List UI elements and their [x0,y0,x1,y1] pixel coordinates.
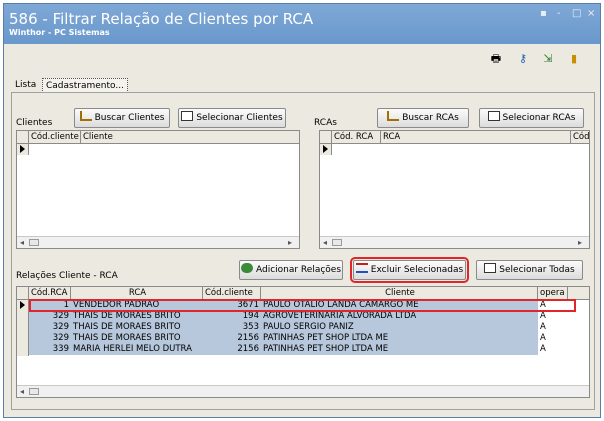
cell-rca: THAIS DE MORAES BRITO [71,333,203,344]
clientes-grid[interactable]: Cód.cliente Cliente ◂ ▸ [16,130,300,249]
row-indicator [320,144,332,155]
scroll-thumb[interactable] [29,239,39,246]
cell-cod-cliente: 2156 [203,344,261,355]
title-bar[interactable]: 586 - Filtrar Relação de Clientes por RC… [4,4,600,44]
scroll-thumb[interactable] [332,239,342,246]
scroll-thumb[interactable] [29,388,39,395]
rcas-grid[interactable]: Cód. RCA RCA Cód ◂ ▸ [319,130,590,249]
minimize-button[interactable]: - [557,8,561,19]
scroll-right-icon[interactable]: ▸ [288,238,292,247]
selecionar-todas-button[interactable]: Selecionar Todas [476,260,583,280]
cadastramento-panel: Clientes Buscar Clientes Selecionar Clie… [11,92,595,410]
relacoes-section-label: Relações Cliente - RCA [16,271,118,281]
column-header-rca[interactable]: RCA [381,131,571,144]
printer-icon[interactable]: 🖶 [489,52,503,66]
current-row-icon [323,145,328,153]
scroll-left-icon[interactable]: ◂ [20,238,24,247]
cell-cod-rca: 329 [29,333,71,344]
cell-cod-cliente: 2156 [203,333,261,344]
column-header-cliente[interactable]: Cliente [81,131,299,144]
door-exit-icon[interactable]: ▮ [567,52,581,66]
buscar-clientes-button[interactable]: Buscar Clientes [74,108,170,128]
column-header-cod[interactable]: Cód [571,131,589,144]
close-button[interactable]: × [587,8,595,19]
rcas-grid-header: Cód. RCA RCA Cód [320,131,589,144]
add-people-icon [240,263,253,273]
scroll-left-icon[interactable]: ◂ [20,387,24,396]
cell-rca: MARIA HERLEI MELO DUTRA [71,344,203,355]
select-list-icon [181,111,194,121]
cell-rca: THAIS DE MORAES BRITO [71,322,203,333]
cell-cod-rca: 339 [29,344,71,355]
table-row[interactable]: 329 THAIS DE MORAES BRITO 194 AGROVETERI… [29,311,568,322]
cell-opera: A [538,333,568,344]
current-row-icon [20,301,25,309]
table-row[interactable]: 329 THAIS DE MORAES BRITO 2156 PATINHAS … [29,333,568,344]
cell-opera: A [538,311,568,322]
highlight-box [29,299,576,312]
cell-cliente: PAULO SERGIO PANIZ [261,322,538,333]
clientes-section-label: Clientes [16,118,53,128]
row-indicator-column [17,300,29,356]
cell-cod-cliente: 353 [203,322,261,333]
cell-opera: A [538,344,568,355]
window-title: 586 - Filtrar Relação de Clientes por RC… [9,10,314,28]
clientes-grid-header: Cód.cliente Cliente [17,131,299,144]
cell-cod-rca: 329 [29,322,71,333]
selecionar-rcas-button[interactable]: Selecionar RCAs [479,108,584,128]
search-arrow-icon [79,111,92,121]
restore-icon[interactable]: ▪ [540,8,547,19]
cell-cod-rca: 329 [29,311,71,322]
maximize-button[interactable]: □ [572,8,581,19]
tab-cadastramento[interactable]: Cadastramento... [42,78,128,93]
clientes-hscroll[interactable]: ◂ ▸ [17,236,299,248]
cell-opera: A [538,322,568,333]
column-header-cod-cliente[interactable]: Cód.cliente [29,131,81,144]
cell-cliente: AGROVETERINARIA ALVORADA LTDA [261,311,538,322]
buscar-rcas-button[interactable]: Buscar RCAs [377,108,469,128]
relacoes-hscroll[interactable]: ◂ [17,385,589,397]
rcas-section-label: RCAs [314,118,337,128]
select-list-icon [487,111,500,121]
row-indicator [17,144,29,155]
relacoes-grid[interactable]: Cód.RCA RCA Cód.cliente Cliente opera 1 … [16,286,590,398]
cell-cliente: PATINHAS PET SHOP LTDA ME [261,344,538,355]
arrow-down-icon[interactable]: ⇲ [541,52,555,66]
table-row[interactable]: 339 MARIA HERLEI MELO DUTRA 2156 PATINHA… [29,344,568,355]
adicionar-relacoes-button[interactable]: Adicionar Relações [239,260,343,280]
tab-lista[interactable]: Lista [12,78,39,93]
rcas-hscroll[interactable]: ◂ ▸ [320,236,589,248]
scroll-right-icon[interactable]: ▸ [578,238,582,247]
excluir-selecionadas-button[interactable]: Excluir Selecionadas [350,257,469,283]
toolbar: 🖶 ⚷ ⇲ ▮ [4,44,600,74]
select-list-icon [484,263,497,273]
cell-cod-cliente: 194 [203,311,261,322]
column-header-cod-rca[interactable]: Cód. RCA [332,131,381,144]
cell-rca: THAIS DE MORAES BRITO [71,311,203,322]
window-subtitle: Winthor - PC Sistemas [9,28,110,37]
cell-cliente: PATINHAS PET SHOP LTDA ME [261,333,538,344]
table-row[interactable]: 329 THAIS DE MORAES BRITO 353 PAULO SERG… [29,322,568,333]
search-arrow-icon [387,111,400,121]
key-icon[interactable]: ⚷ [516,52,530,66]
scroll-left-icon[interactable]: ◂ [323,238,327,247]
swap-arrows-icon [355,263,368,273]
current-row-icon [20,145,25,153]
selecionar-clientes-button[interactable]: Selecionar Clientes [178,108,286,128]
app-window: 586 - Filtrar Relação de Clientes por RC… [3,3,601,418]
